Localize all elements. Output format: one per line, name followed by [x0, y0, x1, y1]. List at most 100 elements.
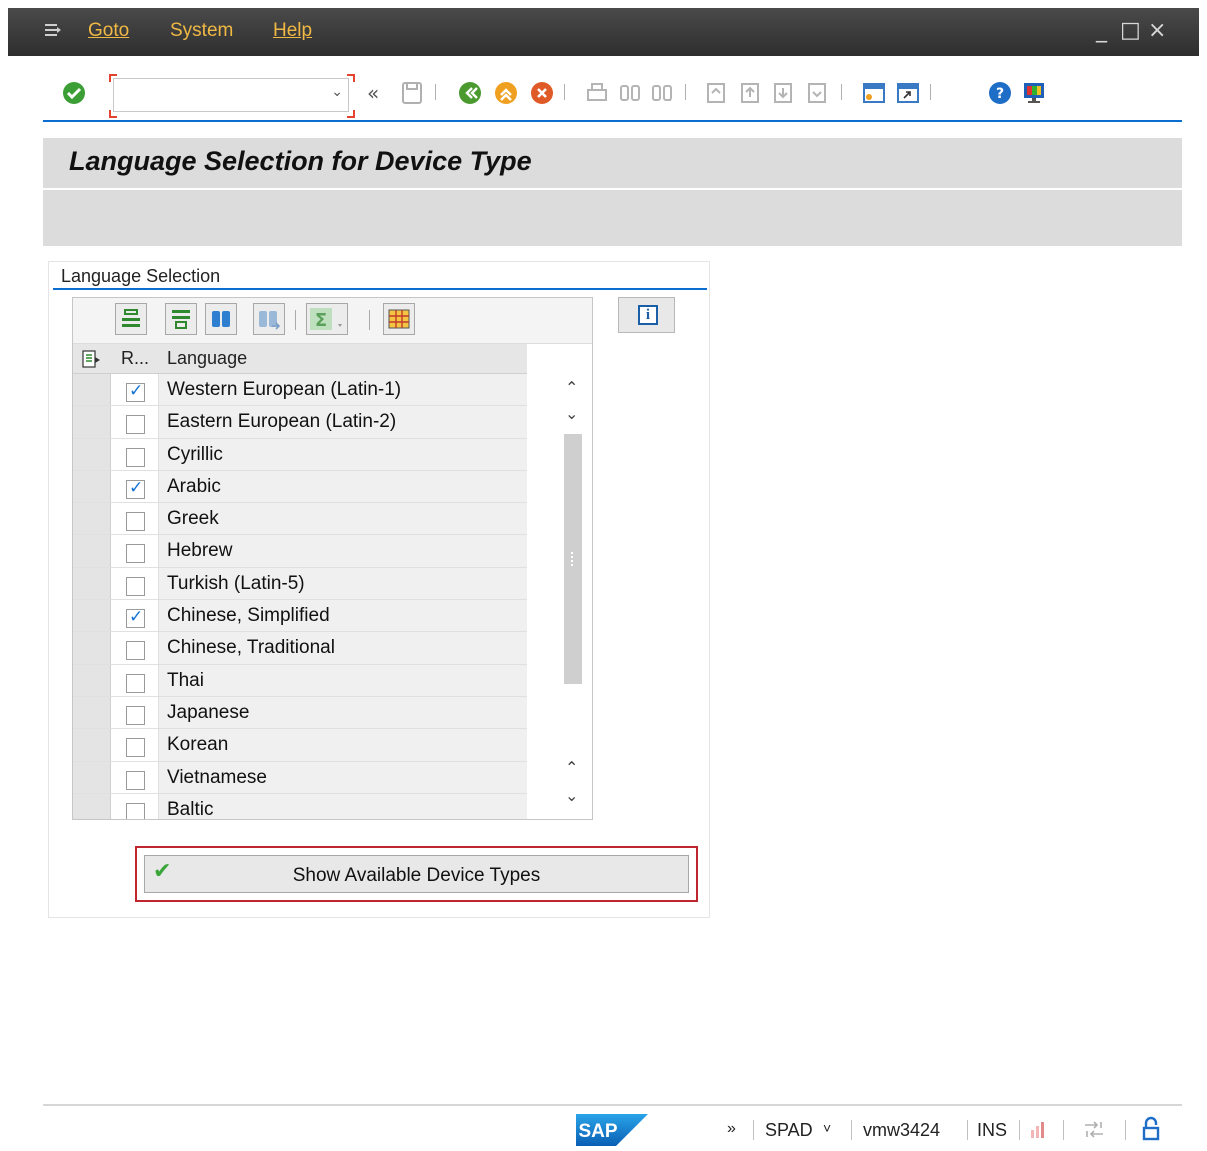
checkbox-cell: ✓	[111, 438, 159, 470]
row-selector[interactable]	[73, 406, 111, 438]
switch-icon[interactable]	[1083, 1120, 1105, 1140]
language-checkbox[interactable]: ✓	[126, 381, 145, 402]
language-cell: Hebrew	[159, 535, 527, 567]
table-row[interactable]: ✓ Western European (Latin-1)	[73, 374, 527, 407]
last-page-icon[interactable]	[804, 80, 830, 106]
command-input[interactable]	[113, 78, 349, 112]
show-available-device-types-button[interactable]: ✔ Show Available Device Types	[144, 855, 689, 893]
find-button[interactable]	[205, 303, 237, 335]
row-selector[interactable]	[73, 632, 111, 664]
language-cell: Arabic	[159, 470, 527, 503]
row-selector[interactable]	[73, 438, 111, 470]
language-name: Korean	[167, 734, 229, 756]
row-selector[interactable]	[73, 600, 111, 632]
status-expand-button[interactable]: »	[727, 1120, 736, 1138]
maximize-button[interactable]: □	[1120, 18, 1141, 43]
table-row[interactable]: ✓ Japanese	[73, 696, 527, 730]
vertical-scrollbar[interactable]: ⌃ ⌄ ⌃ ⌄	[555, 374, 591, 819]
language-checkbox[interactable]: ✓	[126, 544, 145, 564]
exit-icon[interactable]	[493, 80, 519, 106]
layout-button[interactable]	[383, 303, 415, 335]
language-cell: Eastern European (Latin-2)	[159, 406, 527, 438]
insert-mode[interactable]: INS	[977, 1120, 1007, 1141]
row-selector[interactable]	[73, 793, 111, 819]
next-page-icon[interactable]	[770, 80, 796, 106]
table-row[interactable]: ✓ Hebrew	[73, 535, 527, 568]
close-button[interactable]: ×	[1148, 18, 1166, 43]
command-field[interactable]: ⌄	[109, 74, 355, 118]
collapse-command-field-button[interactable]: «	[367, 81, 379, 105]
language-checkbox[interactable]: ✓	[126, 738, 145, 758]
select-all-button[interactable]	[115, 303, 147, 335]
row-selector[interactable]	[73, 761, 111, 793]
table-row[interactable]: ✓ Thai	[73, 664, 527, 697]
checkbox-cell: ✓	[111, 503, 159, 535]
sum-button[interactable]: Σ	[306, 303, 348, 335]
menu-icon[interactable]	[44, 22, 62, 38]
row-selector[interactable]	[73, 567, 111, 600]
row-selector[interactable]	[73, 696, 111, 729]
scroll-page-up-icon[interactable]: ⌃	[565, 378, 578, 397]
cancel-icon[interactable]	[529, 80, 555, 106]
table-row[interactable]: ✓ Chinese, Traditional	[73, 632, 527, 665]
menu-goto[interactable]: Goto	[88, 20, 129, 42]
column-header-r[interactable]: R...	[121, 348, 149, 369]
row-selector[interactable]	[73, 664, 111, 696]
scroll-thumb[interactable]	[564, 434, 582, 684]
row-selector[interactable]	[73, 470, 111, 503]
language-checkbox[interactable]: ✓	[126, 705, 145, 725]
language-checkbox[interactable]: ✓	[126, 673, 145, 693]
find-next-button[interactable]	[253, 303, 285, 335]
shortcut-icon[interactable]	[895, 80, 921, 106]
menu-system[interactable]: System	[170, 20, 233, 42]
language-checkbox[interactable]: ✓	[126, 802, 145, 819]
transaction-code: SPAD	[765, 1120, 813, 1140]
table-row[interactable]: ✓ Eastern European (Latin-2)	[73, 406, 527, 439]
checkbox-cell: ✓	[111, 793, 159, 819]
language-checkbox[interactable]: ✓	[126, 641, 145, 661]
lock-icon[interactable]	[1141, 1116, 1161, 1142]
language-checkbox[interactable]: ✓	[126, 770, 145, 790]
menu-help[interactable]: Help	[273, 20, 312, 42]
info-button[interactable]: i	[618, 297, 675, 333]
row-selector[interactable]	[73, 729, 111, 761]
previous-page-icon[interactable]	[737, 80, 763, 106]
language-checkbox[interactable]: ✓	[126, 607, 145, 629]
save-icon[interactable]	[399, 80, 425, 106]
language-checkbox[interactable]: ✓	[126, 512, 145, 532]
find-next-icon[interactable]	[649, 80, 675, 106]
minimize-button[interactable]: _	[1096, 18, 1107, 43]
language-checkbox[interactable]: ✓	[126, 576, 145, 596]
layout-icon[interactable]	[1021, 80, 1047, 106]
table-row[interactable]: ✓ Vietnamese	[73, 761, 527, 794]
chevron-down-icon[interactable]: ˅	[823, 1120, 831, 1136]
create-session-icon[interactable]	[861, 80, 887, 106]
back-icon[interactable]	[457, 80, 483, 106]
language-checkbox[interactable]: ✓	[126, 478, 145, 499]
table-row[interactable]: ✓ Arabic	[73, 470, 527, 504]
scroll-page-down-icon[interactable]: ⌄	[565, 786, 578, 805]
chevron-down-icon[interactable]: ⌄	[331, 84, 343, 100]
table-row[interactable]: ✓ Cyrillic	[73, 438, 527, 471]
language-checkbox[interactable]: ✓	[126, 415, 145, 435]
help-icon[interactable]: ?	[987, 80, 1013, 106]
deselect-all-button[interactable]	[165, 303, 197, 335]
find-icon[interactable]	[617, 80, 643, 106]
table-row[interactable]: ✓ Baltic	[73, 793, 527, 819]
row-selector[interactable]	[73, 503, 111, 535]
table-row[interactable]: ✓ Korean	[73, 729, 527, 762]
scroll-up-icon[interactable]: ⌄	[565, 404, 578, 423]
column-header-language[interactable]: Language	[167, 348, 247, 369]
select-all-rows-icon[interactable]	[81, 349, 101, 369]
table-row[interactable]: ✓ Chinese, Simplified	[73, 600, 527, 633]
scroll-down-icon[interactable]: ⌃	[565, 758, 578, 777]
language-checkbox[interactable]: ✓	[126, 447, 145, 467]
row-selector[interactable]	[73, 535, 111, 567]
row-selector[interactable]	[73, 374, 111, 406]
table-row[interactable]: ✓ Greek	[73, 503, 527, 536]
enter-icon[interactable]	[61, 80, 87, 106]
print-icon[interactable]	[584, 80, 610, 106]
table-header: R... Language	[73, 344, 527, 374]
first-page-icon[interactable]	[703, 80, 729, 106]
table-row[interactable]: ✓ Turkish (Latin-5)	[73, 567, 527, 601]
